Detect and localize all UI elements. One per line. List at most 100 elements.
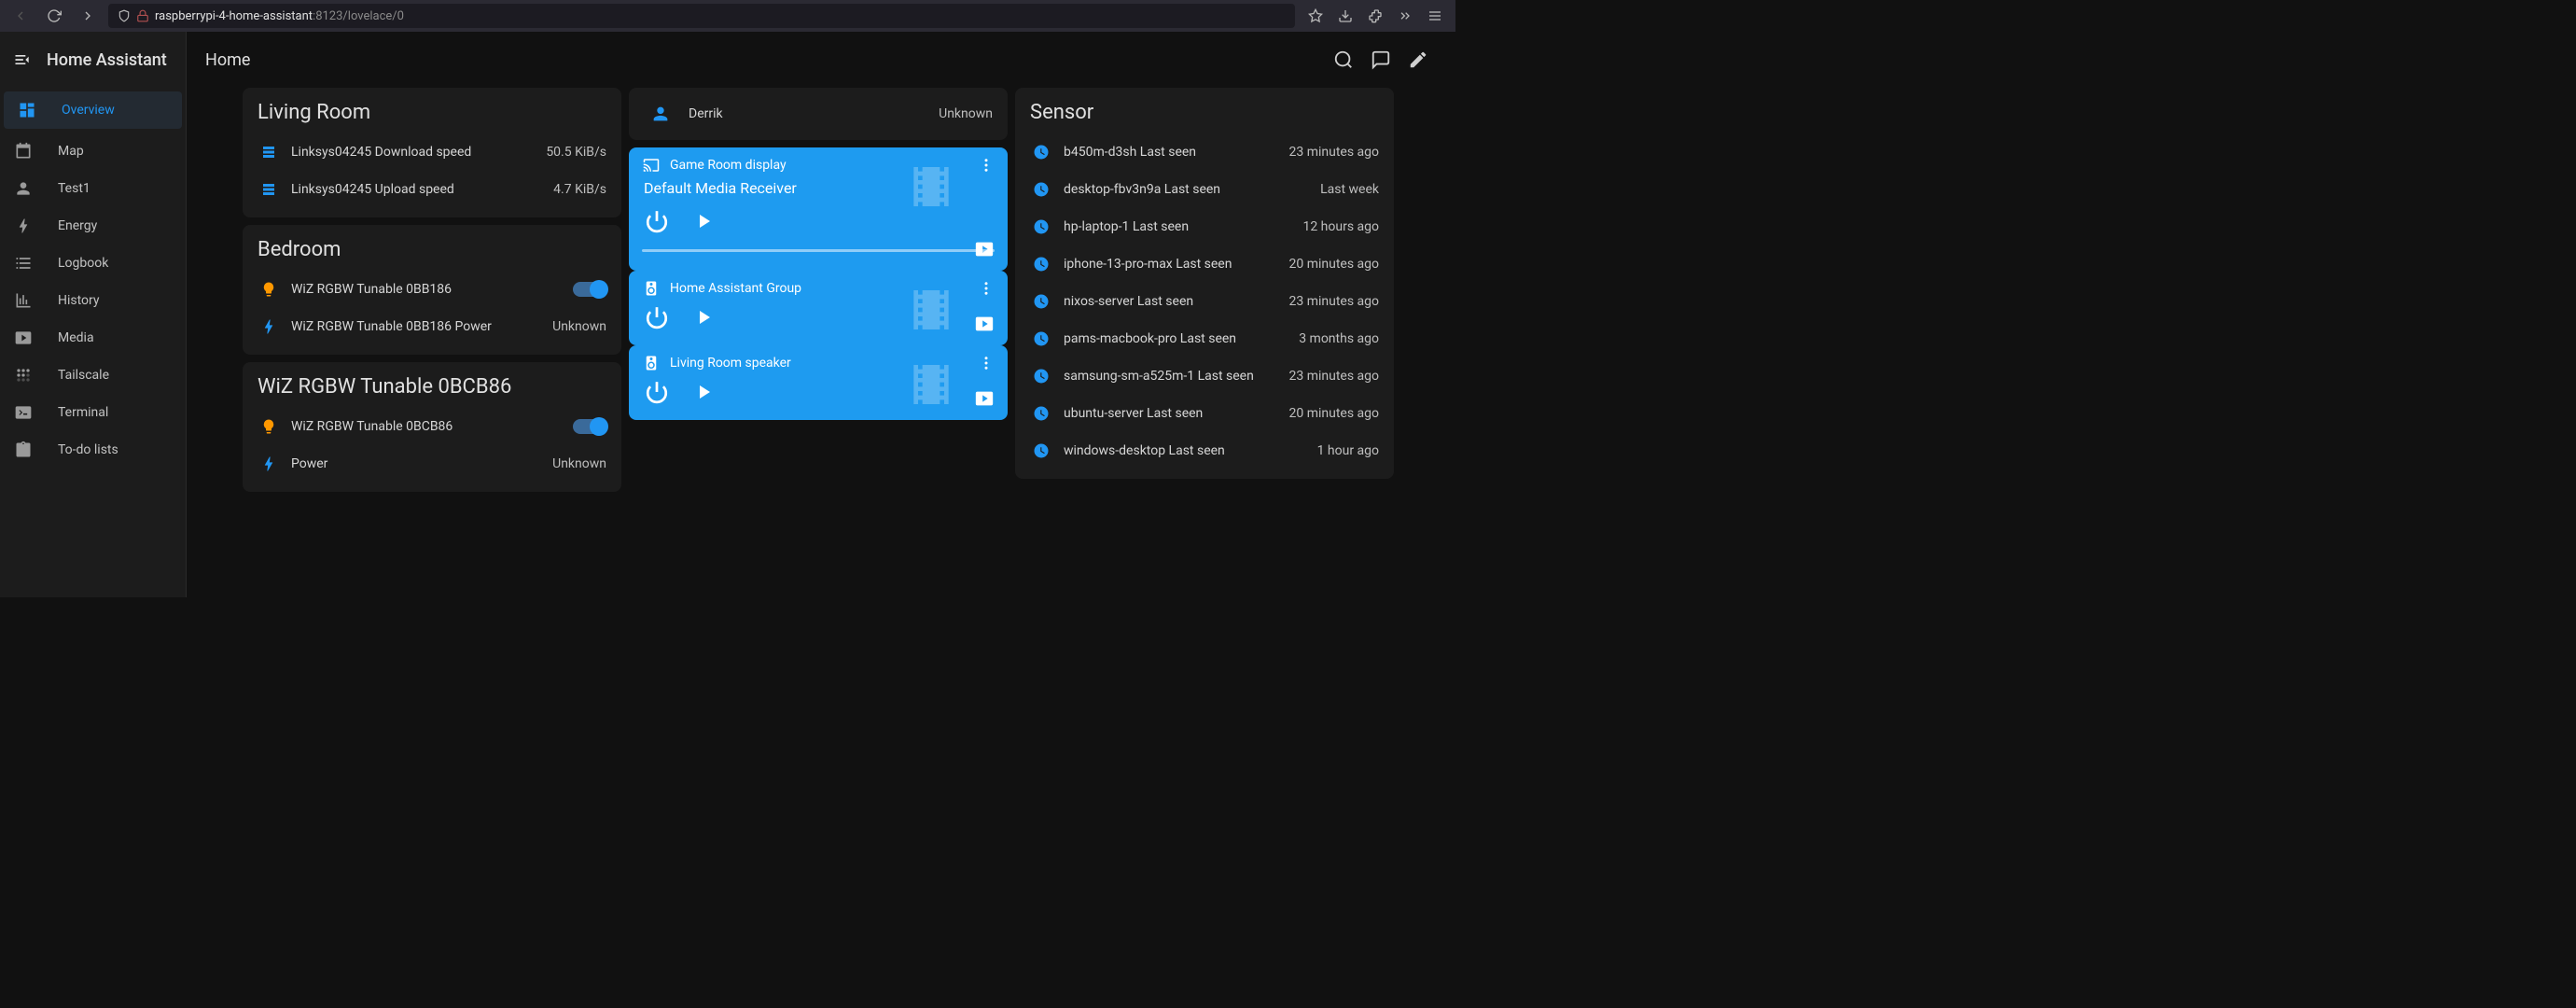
sidebar-item-history[interactable]: History [0, 282, 186, 319]
media-browse-button[interactable] [974, 239, 995, 259]
speaker-icon [642, 355, 661, 371]
sidebar-item-test1[interactable]: Test1 [0, 170, 186, 207]
entity-label: WiZ RGBW Tunable 0BB186 Power [291, 319, 541, 334]
sensor-value: Last week [1320, 182, 1379, 197]
toggle-switch[interactable] [573, 282, 606, 297]
sensor-row[interactable]: pams-macbook-pro Last seen3 months ago [1030, 320, 1379, 357]
server-icon [258, 144, 280, 161]
sidebar-item-label: Energy [58, 218, 97, 233]
sidebar-item-overview[interactable]: Overview [4, 91, 182, 129]
speaker-icon [642, 280, 661, 297]
sensor-row[interactable]: windows-desktop Last seen1 hour ago [1030, 432, 1379, 469]
url-text: raspberrypi-4-home-assistant:8123/lovela… [155, 9, 404, 23]
entity-label: Linksys04245 Download speed [291, 145, 535, 160]
clock-icon [1030, 293, 1052, 310]
sidebar-item-map[interactable]: Map [0, 133, 186, 170]
entity-label: WiZ RGBW Tunable 0BCB86 [291, 419, 562, 434]
sidebar-item-tailscale[interactable]: Tailscale [0, 357, 186, 394]
media-icon [13, 329, 34, 347]
entity-row[interactable]: Linksys04245 Download speed 50.5 KiB/s [258, 133, 606, 171]
toggle-switch[interactable] [573, 419, 606, 434]
play-button[interactable] [689, 377, 718, 407]
sensor-label: ubuntu-server Last seen [1064, 406, 1277, 421]
sidebar-item-label: Media [58, 330, 94, 345]
media-menu-button[interactable] [978, 280, 995, 297]
sidebar: Home Assistant OverviewMapTest1EnergyLog… [0, 32, 187, 597]
clock-icon [1030, 368, 1052, 385]
cast-icon [642, 157, 661, 174]
sidebar-item-terminal[interactable]: Terminal [0, 394, 186, 431]
sidebar-item-logbook[interactable]: Logbook [0, 245, 186, 282]
power-button[interactable] [642, 302, 672, 332]
sensor-row[interactable]: desktop-fbv3n9a Last seenLast week [1030, 171, 1379, 208]
sensor-value: 20 minutes ago [1288, 257, 1379, 272]
media-player-card: Home Assistant Group [629, 271, 1008, 345]
forward-button[interactable] [75, 3, 101, 29]
sensor-label: hp-laptop-1 Last seen [1064, 219, 1291, 234]
sensor-row[interactable]: b450m-d3sh Last seen23 minutes ago [1030, 133, 1379, 171]
sidebar-item-to-do-lists[interactable]: To-do lists [0, 431, 186, 469]
menu-toggle-icon[interactable] [13, 50, 32, 69]
clipboard-icon [13, 441, 34, 459]
clock-icon [1030, 218, 1052, 235]
sensor-row[interactable]: hp-laptop-1 Last seen12 hours ago [1030, 208, 1379, 245]
sidebar-item-energy[interactable]: Energy [0, 207, 186, 245]
assist-button[interactable] [1362, 41, 1399, 78]
entity-row[interactable]: WiZ RGBW Tunable 0BB186 [258, 271, 606, 308]
sensor-row[interactable]: nixos-server Last seen23 minutes ago [1030, 283, 1379, 320]
person-state: Unknown [939, 106, 993, 121]
entity-value: 50.5 KiB/s [546, 145, 606, 160]
entity-value: 4.7 KiB/s [553, 182, 606, 197]
dashboard-icon [17, 101, 37, 119]
media-art-icon [905, 358, 961, 414]
clock-icon [1030, 442, 1052, 459]
sidebar-item-label: Map [58, 144, 84, 159]
overflow-button[interactable] [1392, 3, 1418, 29]
media-menu-button[interactable] [978, 157, 995, 174]
flash-icon [258, 455, 280, 473]
topbar: Home [187, 32, 1455, 88]
page-title: Home [205, 50, 250, 70]
sensor-row[interactable]: ubuntu-server Last seen 20 minutes ago [1030, 395, 1379, 432]
play-button[interactable] [689, 302, 718, 332]
media-menu-button[interactable] [978, 355, 995, 371]
extensions-button[interactable] [1362, 3, 1388, 29]
media-progress[interactable] [642, 249, 995, 252]
bookmark-button[interactable] [1302, 3, 1329, 29]
sensor-row[interactable]: samsung-sm-a525m-1 Last seen23 minutes a… [1030, 357, 1379, 395]
search-button[interactable] [1325, 41, 1362, 78]
person-icon [644, 97, 677, 131]
sensor-card: Sensor b450m-d3sh Last seen23 minutes ag… [1015, 88, 1394, 479]
media-browse-button[interactable] [974, 314, 995, 334]
back-button[interactable] [7, 3, 34, 29]
browser-toolbar: raspberrypi-4-home-assistant:8123/lovela… [0, 0, 1455, 32]
menu-button[interactable] [1422, 3, 1448, 29]
clock-icon [1030, 405, 1052, 422]
map-icon [13, 142, 34, 161]
flash-icon [13, 217, 34, 235]
play-button[interactable] [689, 206, 718, 236]
url-bar[interactable]: raspberrypi-4-home-assistant:8123/lovela… [108, 4, 1295, 28]
bedroom-card: Bedroom WiZ RGBW Tunable 0BB186WiZ RGBW … [243, 225, 621, 355]
lock-icon [136, 9, 149, 22]
bulb-icon [258, 418, 280, 435]
sidebar-item-label: Logbook [58, 256, 108, 271]
entity-label: Linksys04245 Upload speed [291, 182, 542, 197]
entity-row[interactable]: WiZ RGBW Tunable 0BB186 PowerUnknown [258, 308, 606, 345]
entity-row[interactable]: PowerUnknown [258, 445, 606, 483]
entity-row[interactable]: WiZ RGBW Tunable 0BCB86 [258, 408, 606, 445]
power-button[interactable] [642, 206, 672, 236]
media-browse-button[interactable] [974, 388, 995, 409]
clock-icon [1030, 181, 1052, 198]
person-card[interactable]: Derrik Unknown [629, 88, 1008, 140]
sidebar-item-media[interactable]: Media [0, 319, 186, 357]
edit-button[interactable] [1399, 41, 1437, 78]
reload-button[interactable] [41, 3, 67, 29]
sidebar-item-label: To-do lists [58, 442, 118, 457]
sensor-row[interactable]: iphone-13-pro-max Last seen20 minutes ag… [1030, 245, 1379, 283]
sensor-value: 20 minutes ago [1288, 406, 1379, 421]
entity-row[interactable]: Linksys04245 Upload speed 4.7 KiB/s [258, 171, 606, 208]
media-player-card: Game Room display Default Media Receiver [629, 147, 1008, 271]
download-button[interactable] [1332, 3, 1358, 29]
power-button[interactable] [642, 377, 672, 407]
